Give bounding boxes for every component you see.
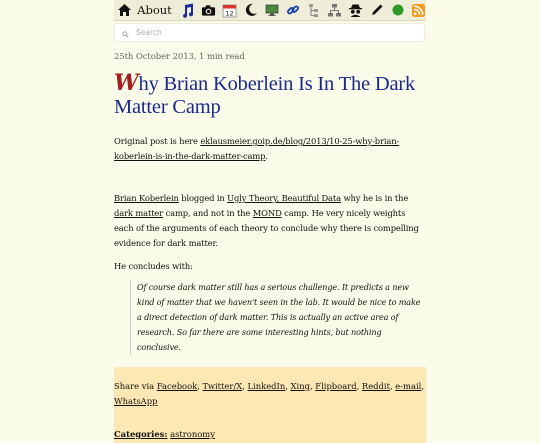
share-section: Share via Facebook, Twitter/X, LinkedIn,… (114, 367, 426, 443)
original-prefix: Original post is here (114, 136, 201, 146)
tree-icon[interactable] (306, 2, 321, 18)
blog-link[interactable]: Ugly Theory, Beautiful Data (227, 193, 341, 203)
screen-icon[interactable] (264, 2, 279, 18)
category-astronomy-link[interactable]: astronomy (170, 429, 215, 439)
share-prefix: Share via (114, 381, 157, 391)
dark-matter-link[interactable]: dark matter (114, 208, 163, 218)
mond-link[interactable]: MOND (253, 208, 282, 218)
title-dropcap: W (114, 70, 139, 96)
search-input[interactable] (134, 27, 418, 38)
moon-icon[interactable] (243, 2, 258, 18)
quote-block: Of course dark matter still has a seriou… (130, 280, 426, 355)
search-icon (122, 23, 129, 42)
camera-icon[interactable] (201, 2, 216, 18)
network-icon[interactable] (327, 2, 342, 18)
green-dot-icon[interactable] (390, 2, 405, 18)
categories-line: Categories: astronomy (114, 427, 426, 442)
about-link[interactable]: About (137, 2, 172, 18)
search-box (114, 23, 425, 42)
concludes-paragraph: He concludes with: (114, 261, 193, 271)
intro-text-1: blogged in (178, 193, 228, 203)
spy-icon[interactable] (348, 2, 363, 18)
intro-paragraph: Brian Koberlein blogged in Ugly Theory, … (114, 191, 426, 251)
share-twitter-link[interactable]: Twitter/X (203, 381, 243, 391)
music-icon[interactable] (180, 2, 195, 18)
share-email-link[interactable]: e-mail (395, 381, 421, 391)
post-date: 25th October 2013, 1 min read (114, 52, 245, 62)
share-facebook-link[interactable]: Facebook (157, 381, 197, 391)
post-content: 25th October 2013, 1 min read Why Brian … (114, 48, 426, 443)
calendar-day-label: 12 (225, 9, 233, 17)
intro-text-3: camp, and not in the (163, 208, 253, 218)
home-icon[interactable] (117, 2, 132, 18)
original-suffix: . (265, 151, 268, 161)
post-title: Why Brian Koberlein Is In The Dark Matte… (114, 72, 426, 119)
title-text: hy Brian Koberlein Is In The Dark Matter… (114, 73, 416, 118)
original-post-paragraph: Original post is here eklausmeier.goip.d… (114, 134, 426, 164)
link-icon[interactable] (285, 2, 300, 18)
top-toolbar: About 12 (114, 0, 426, 21)
share-linkedin-link[interactable]: LinkedIn (247, 381, 285, 391)
calendar-icon[interactable]: 12 (222, 2, 237, 18)
share-flipboard-link[interactable]: Flipboard (315, 381, 356, 391)
author-link[interactable]: Brian Koberlein (114, 193, 179, 203)
share-xing-link[interactable]: Xing (291, 381, 310, 391)
categories-label[interactable]: Categories: (114, 429, 167, 439)
intro-text-2: why he is in the (340, 193, 409, 203)
rss-icon[interactable] (411, 2, 426, 18)
share-reddit-link[interactable]: Reddit (362, 381, 390, 391)
pen-icon[interactable] (369, 2, 384, 18)
